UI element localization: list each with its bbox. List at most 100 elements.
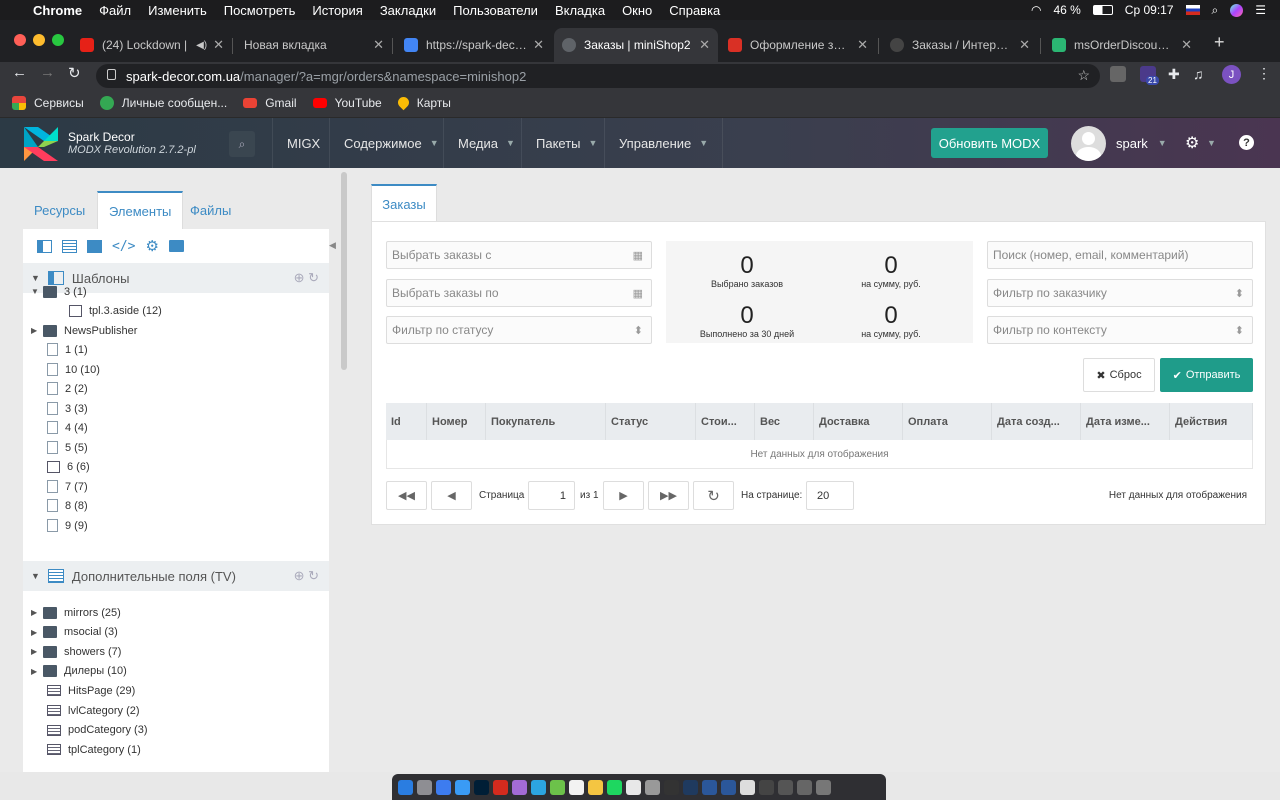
menu-history[interactable]: История: [312, 3, 362, 18]
tab-spark-decor[interactable]: https://spark-decor.c ✕: [396, 28, 552, 62]
menu-app-name[interactable]: Chrome: [33, 3, 82, 18]
new-snippet-code-icon[interactable]: </>: [112, 239, 135, 254]
reset-button[interactable]: ✖ Сброс: [1083, 358, 1155, 392]
viber-icon[interactable]: [512, 779, 527, 795]
wifi-icon[interactable]: ◠: [1031, 3, 1041, 17]
forward-icon[interactable]: →: [40, 64, 55, 81]
nav-content[interactable]: Содержимое ▼: [329, 118, 453, 168]
tv-tree-item[interactable]: ▶ msocial (3): [31, 623, 118, 642]
tab-orders[interactable]: Заказы: [371, 184, 437, 222]
siri-icon[interactable]: [1230, 3, 1244, 17]
tv-tree-item[interactable]: ▶ showers (7): [31, 642, 121, 661]
calendar-icon[interactable]: [569, 779, 584, 795]
bookmark-services[interactable]: Сервисы: [12, 95, 84, 110]
user-menu[interactable]: spark ▼: [1071, 125, 1167, 161]
tab-resources[interactable]: Ресурсы: [23, 191, 96, 229]
expand-arrow-icon[interactable]: ▶: [31, 667, 43, 676]
launchpad-icon[interactable]: [417, 779, 432, 795]
template-tree-item[interactable]: 9 (9): [37, 516, 88, 535]
flag-icon[interactable]: [1185, 5, 1200, 15]
caret-down-icon[interactable]: ▼: [1207, 138, 1216, 148]
terminal-icon[interactable]: [683, 779, 698, 795]
expand-arrow-icon[interactable]: ▶: [31, 608, 43, 617]
system-preferences-icon[interactable]: [645, 779, 660, 795]
tv-tree-item[interactable]: HitsPage (29): [37, 681, 135, 700]
window-icon[interactable]: [778, 779, 793, 795]
template-tree-item[interactable]: 8 (8): [37, 496, 88, 515]
photoshop-icon[interactable]: [474, 779, 489, 795]
status-filter-select[interactable]: Фильтр по статусу ⬍: [386, 316, 652, 344]
bookmark-gmail[interactable]: Gmail: [243, 96, 297, 110]
battery-icon[interactable]: [1092, 5, 1113, 15]
expand-arrow-icon[interactable]: ▶: [31, 326, 43, 335]
template-tree-item[interactable]: 4 (4): [37, 418, 88, 437]
expand-arrow-icon[interactable]: ▶: [31, 647, 43, 656]
column-header[interactable]: Доставка: [814, 403, 903, 440]
back-icon[interactable]: ←: [12, 64, 27, 81]
date-from-field[interactable]: Выбрать заказы с ▦: [386, 241, 652, 269]
close-tab-icon[interactable]: ✕: [1019, 37, 1030, 53]
template-tree-item[interactable]: 3 (3): [37, 399, 88, 418]
new-category-folder-icon[interactable]: [168, 240, 184, 252]
menu-edit[interactable]: Изменить: [148, 3, 207, 18]
column-header[interactable]: Оплата: [903, 403, 992, 440]
calendar-icon[interactable]: ▦: [633, 287, 643, 300]
menu-users[interactable]: Пользователи: [453, 3, 538, 18]
filezilla-icon[interactable]: [493, 779, 508, 795]
template-tree-item[interactable]: 5 (5): [37, 438, 88, 457]
window-icon[interactable]: [797, 779, 812, 795]
tv-tree-item[interactable]: ▶ mirrors (25): [31, 603, 121, 622]
nav-manage[interactable]: Управление ▼: [604, 118, 724, 168]
close-window-icon[interactable]: [14, 34, 26, 46]
nav-migx[interactable]: MIGX: [272, 118, 334, 168]
close-tab-icon[interactable]: ✕: [213, 37, 224, 53]
caret-down-icon[interactable]: ▼: [31, 287, 43, 296]
word-doc-icon[interactable]: [721, 779, 736, 795]
refresh-icon[interactable]: ↻: [308, 568, 319, 583]
spotlight-icon[interactable]: ⌕: [1212, 3, 1219, 18]
help-icon[interactable]: ?: [1239, 135, 1254, 150]
update-modx-button[interactable]: Обновить MODX: [931, 128, 1048, 158]
safari-icon[interactable]: [436, 779, 451, 795]
extensions-puzzle-icon[interactable]: ✚: [1168, 66, 1180, 83]
extension-icon[interactable]: [1110, 66, 1126, 82]
word-icon[interactable]: [702, 779, 717, 795]
calendar-icon[interactable]: ▦: [633, 249, 643, 262]
chrome-menu-icon[interactable]: ⋮: [1257, 65, 1271, 82]
trash-icon[interactable]: [816, 779, 831, 795]
close-tab-icon[interactable]: ✕: [857, 37, 868, 53]
tv-tree-item[interactable]: tplCategory (1): [37, 740, 141, 759]
tv-tree-item[interactable]: ▶ Дилеры (10): [31, 662, 127, 681]
close-tab-icon[interactable]: ✕: [373, 37, 384, 53]
template-tree-item[interactable]: tpl.3.aside (12): [57, 301, 162, 320]
first-page-button[interactable]: ◀◀: [386, 481, 427, 510]
close-tab-icon[interactable]: ✕: [1181, 37, 1192, 53]
photos-icon[interactable]: [626, 779, 641, 795]
tab-msorderdiscount[interactable]: msOrderDiscount / K ✕: [1044, 28, 1200, 62]
profile-avatar[interactable]: J: [1222, 65, 1241, 84]
app-store-icon[interactable]: [455, 779, 470, 795]
date-to-field[interactable]: Выбрать заказы по ▦: [386, 279, 652, 307]
bookmark-star-icon[interactable]: ☆: [1077, 67, 1090, 84]
new-chunk-icon[interactable]: [87, 239, 102, 253]
refresh-button[interactable]: ↻: [693, 481, 734, 510]
tv-tree-item[interactable]: lvlCategory (2): [37, 701, 140, 720]
column-header[interactable]: Покупатель: [486, 403, 606, 440]
per-page-input[interactable]: 20: [806, 481, 854, 510]
template-tree-item[interactable]: 2 (2): [37, 379, 88, 398]
menu-help[interactable]: Справка: [669, 3, 720, 18]
new-tv-icon[interactable]: [62, 239, 77, 253]
column-header[interactable]: Статус: [606, 403, 696, 440]
template-tree-item[interactable]: 1 (1): [37, 340, 88, 359]
nav-packages[interactable]: Пакеты ▼: [521, 118, 611, 168]
column-header[interactable]: Вес: [755, 403, 814, 440]
speaker-icon[interactable]: ◀): [196, 40, 207, 51]
next-page-button[interactable]: ▶: [603, 481, 644, 510]
address-bar[interactable]: spark-decor.com.ua/manager/?a=mgr/orders…: [96, 64, 1100, 88]
settings-gear-icon[interactable]: ⚙: [1185, 133, 1199, 153]
notes-icon[interactable]: [588, 779, 603, 795]
refresh-icon[interactable]: ↻: [308, 270, 319, 285]
bookmark-maps[interactable]: Карты: [395, 94, 451, 111]
last-page-button[interactable]: ▶▶: [648, 481, 689, 510]
tab-orders-minishop[interactable]: Заказы | miniShop2 ✕: [554, 28, 718, 62]
